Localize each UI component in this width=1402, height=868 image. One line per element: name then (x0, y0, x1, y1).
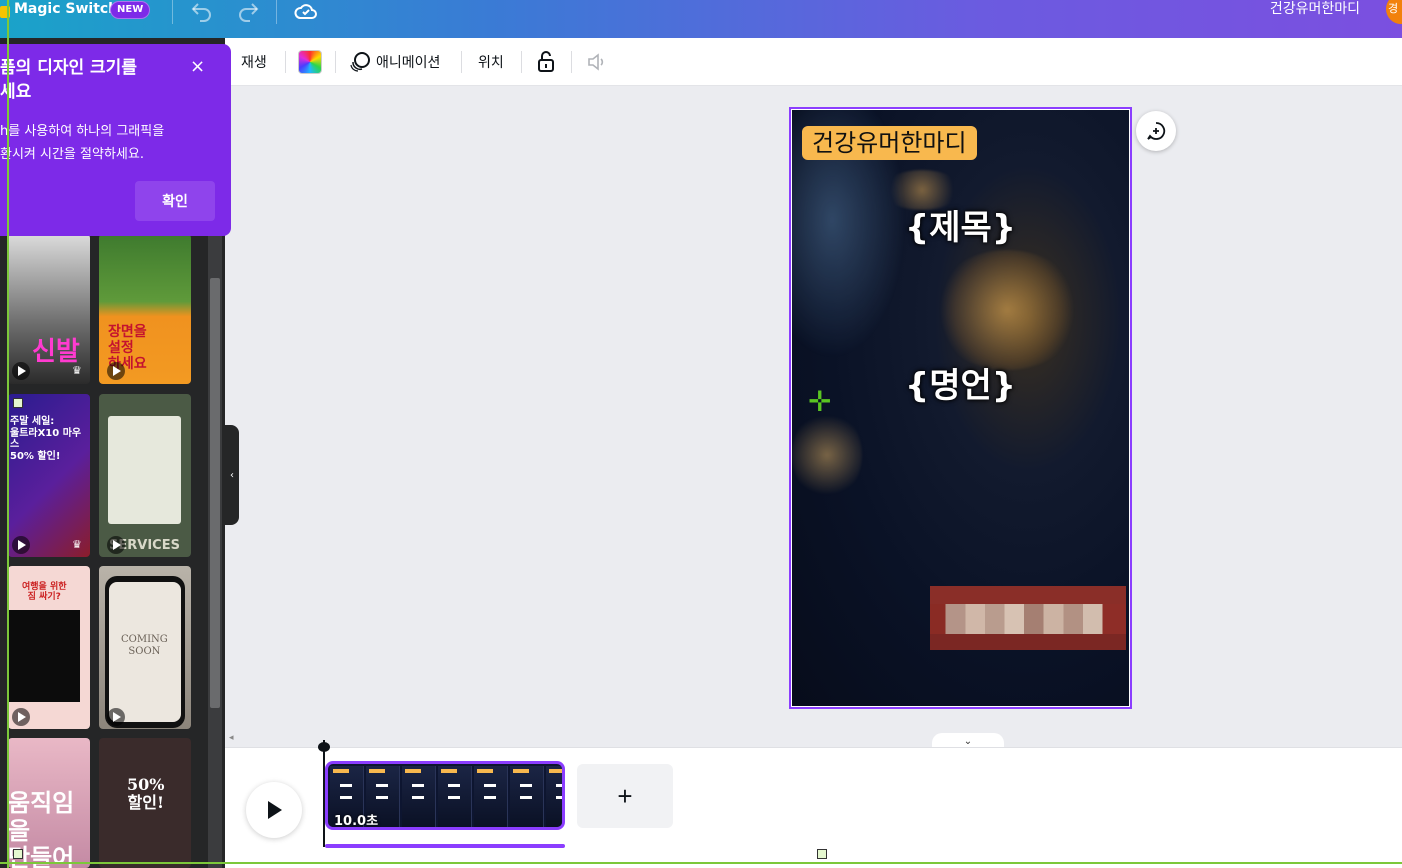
popover-title: 폼의 디자인 크기를 세요 (0, 58, 137, 102)
clip-frame (402, 766, 436, 827)
play-label: 재생 (241, 55, 267, 71)
cloud-saved-icon[interactable] (294, 0, 318, 22)
new-badge: NEW (110, 1, 151, 19)
divider (335, 51, 336, 73)
avatar[interactable]: 경 (1386, 0, 1402, 24)
add-comment-button[interactable] (1136, 111, 1176, 151)
move-cursor-icon: ✛ (808, 385, 832, 418)
play-icon (107, 708, 125, 726)
chevron-left-icon: ‹ (230, 469, 234, 481)
scroll-left-icon[interactable]: ◂ (229, 733, 234, 743)
magic-switch-popover: 폼의 디자인 크기를 세요 × h를 사용하여 하나의 그래픽을 환시켜 시간을… (0, 44, 231, 236)
template-text: COMING SOON (121, 634, 168, 657)
template-thumbnail[interactable]: 50% 할인! (99, 738, 191, 868)
resize-handle[interactable] (13, 398, 23, 408)
comment-plus-icon (1147, 122, 1166, 140)
template-photo-frame (8, 610, 80, 702)
design-page[interactable]: 건강유머한마디 {제목} {명언} (792, 110, 1129, 706)
template-text: 여행을 위한 짐 싸기? (22, 582, 67, 603)
timeline-clip[interactable]: 10.0초 (325, 761, 565, 830)
lock-icon (538, 51, 554, 72)
color-button[interactable] (298, 38, 322, 86)
redo-icon[interactable] (236, 0, 260, 22)
color-palette-icon (298, 50, 322, 74)
close-icon[interactable]: × (190, 58, 205, 76)
top-bar: Magic Switch NEW 건강유머한마디 경 (0, 0, 1402, 38)
lock-button[interactable] (535, 38, 557, 86)
divider (571, 51, 572, 73)
crown-icon: ♛ (72, 364, 82, 377)
panel-scrollbar-thumb[interactable] (210, 278, 220, 708)
template-thumbnail[interactable]: 주말 세일: 울트라X10 마우스 50% 할인! ♛ (8, 394, 90, 557)
play-button[interactable] (246, 782, 302, 838)
play-toolbar-button[interactable]: 재생 (241, 38, 267, 86)
play-icon (107, 362, 125, 380)
template-thumbnail[interactable]: 여행을 위한 짐 싸기? (8, 566, 90, 729)
title-placeholder[interactable]: {제목} (792, 200, 1129, 249)
city-lights-glow (792, 410, 862, 500)
city-lights-glow (932, 250, 1082, 370)
selection-guide-line (0, 862, 1402, 864)
clip-audio-bar (325, 844, 565, 848)
divider (285, 51, 286, 73)
undo-icon[interactable] (190, 0, 214, 22)
playhead[interactable] (323, 740, 325, 847)
divider (461, 51, 462, 73)
template-thumbnail[interactable]: SERVICES (99, 394, 191, 557)
confirm-button[interactable]: 확인 (135, 181, 215, 221)
chevron-down-icon: ⌄ (963, 736, 973, 747)
clip-frame (474, 766, 508, 827)
quote-placeholder[interactable]: {명언} (792, 358, 1129, 407)
divider (172, 0, 173, 24)
play-icon (107, 536, 125, 554)
magic-switch-button[interactable]: Magic Switch (14, 0, 118, 18)
clip-frame (438, 766, 472, 827)
play-icon (12, 708, 30, 726)
template-text: 주말 세일: 울트라X10 마우스 50% 할인! (10, 416, 82, 462)
template-thumbnail[interactable]: 장면을 설정 하세요 (99, 234, 191, 384)
template-text: 50% 할인! (127, 775, 165, 813)
selection-guide-line (7, 0, 9, 868)
volume-icon (588, 53, 604, 71)
template-card (108, 416, 181, 524)
clip-duration: 10.0초 (334, 814, 379, 829)
divider (521, 51, 522, 73)
playhead-handle[interactable] (318, 742, 330, 752)
clip-frame (510, 766, 544, 827)
play-icon (12, 536, 30, 554)
pixelated-region (930, 586, 1126, 650)
editor-toolbar: 재생 애니메이션 위치 (225, 38, 1402, 86)
channel-tag[interactable]: 건강유머한마디 (802, 126, 977, 160)
position-button[interactable]: 위치 (478, 38, 504, 86)
resize-handle[interactable] (13, 849, 23, 859)
template-thumbnail[interactable]: COMING SOON (99, 566, 191, 729)
animation-label: 애니메이션 (376, 55, 441, 71)
animation-button[interactable]: 애니메이션 (348, 38, 440, 86)
template-thumbnail[interactable]: 신발 ♛ (8, 234, 90, 384)
play-icon (12, 362, 30, 380)
project-title[interactable]: 건강유머한마디 (1270, 0, 1360, 18)
animation-icon (350, 52, 370, 72)
collapse-panel-button[interactable]: ‹ (225, 425, 239, 525)
clip-frame (546, 766, 562, 827)
volume-button[interactable] (585, 38, 609, 86)
crown-icon: ♛ (72, 538, 82, 551)
divider (276, 0, 277, 24)
add-page-button[interactable]: + (577, 764, 673, 828)
popover-body: h를 사용하여 하나의 그래픽을 환시켜 시간을 절약하세요. (0, 124, 165, 162)
position-label: 위치 (478, 55, 504, 71)
resize-handle[interactable] (817, 849, 827, 859)
